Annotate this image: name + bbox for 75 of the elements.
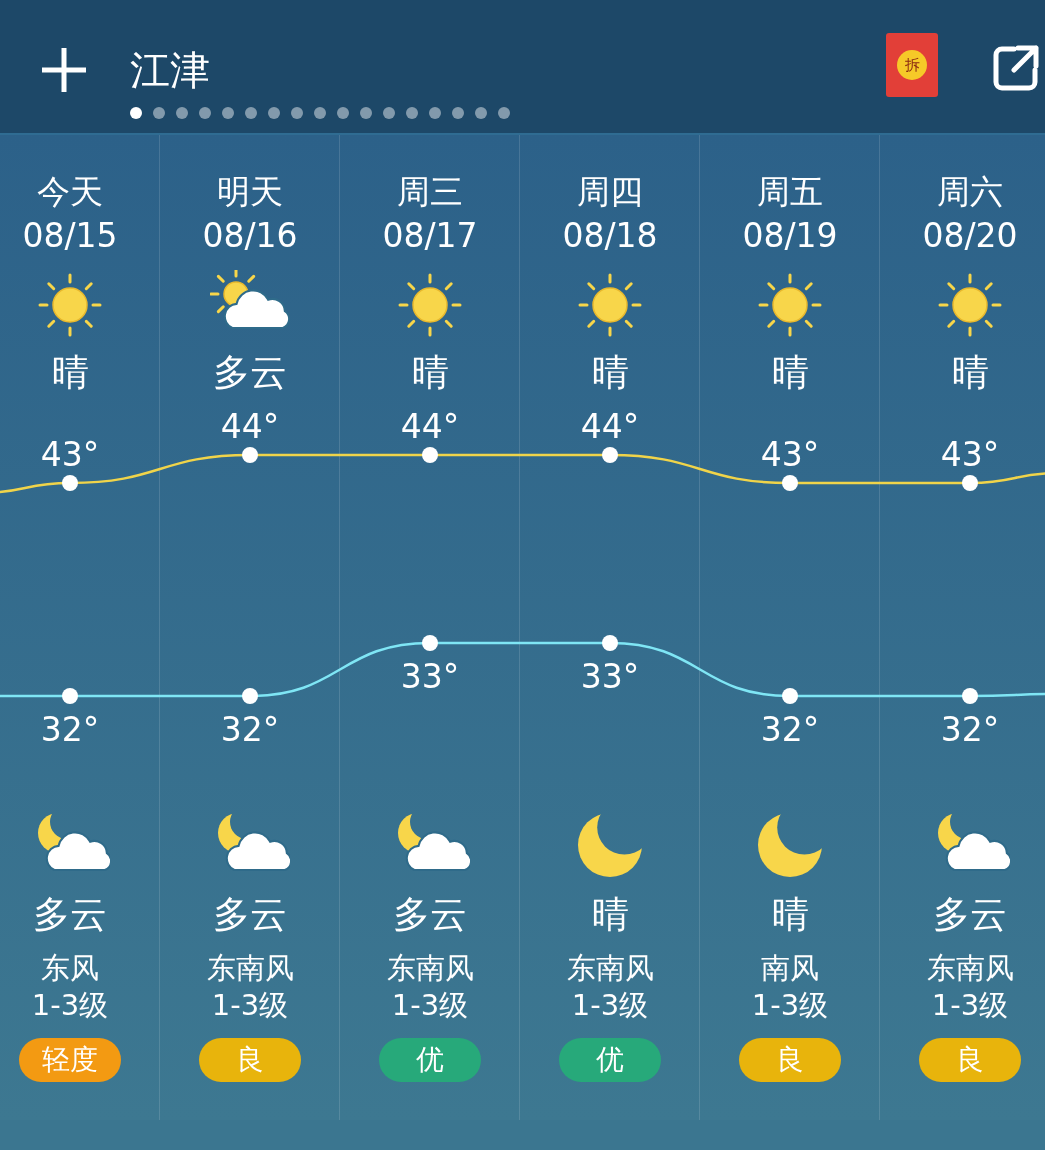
day-condition: 晴 [591, 350, 629, 396]
page-dot[interactable] [475, 107, 487, 119]
city-title: 江津 [130, 46, 210, 95]
night-condition: 晴 [591, 892, 629, 938]
wind-direction: 东南风 [386, 950, 474, 987]
page-dot[interactable] [452, 107, 464, 119]
page-dot[interactable] [268, 107, 280, 119]
day-condition: 晴 [951, 350, 989, 396]
date-label: 08/16 [202, 215, 298, 257]
night-condition: 多云 [33, 892, 107, 938]
page-dot[interactable] [383, 107, 395, 119]
high-temperature: 43° [940, 435, 1000, 474]
wind-direction: 东风 [41, 950, 99, 987]
page-dot[interactable] [291, 107, 303, 119]
date-label: 08/18 [562, 215, 658, 257]
wind-level: 1-3级 [211, 987, 289, 1024]
day-condition: 晴 [51, 350, 89, 396]
wind-level: 1-3级 [391, 987, 469, 1024]
high-temperature: 44° [400, 407, 460, 446]
page-dot[interactable] [314, 107, 326, 119]
page-dot[interactable] [337, 107, 349, 119]
air-quality-badge: 优 [379, 1038, 481, 1082]
night-condition: 多云 [933, 892, 1007, 938]
wind-direction: 南风 [761, 950, 819, 987]
low-temperature: 33° [400, 657, 460, 696]
wind-direction: 东南风 [566, 950, 654, 987]
wind-level: 1-3级 [31, 987, 109, 1024]
night-condition: 晴 [771, 892, 809, 938]
weekday-label: 周五 [757, 171, 823, 213]
date-label: 08/19 [742, 215, 838, 257]
page-dot[interactable] [199, 107, 211, 119]
low-temperature: 32° [760, 710, 820, 749]
low-temperature: 32° [40, 710, 100, 749]
high-temperature: 43° [40, 435, 100, 474]
weekday-label: 明天 [217, 171, 283, 213]
high-temperature: 44° [220, 407, 280, 446]
air-quality-badge: 轻度 [19, 1038, 121, 1082]
day-condition: 多云 [213, 350, 287, 396]
page-dot[interactable] [153, 107, 165, 119]
wind-level: 1-3级 [571, 987, 649, 1024]
share-icon[interactable] [992, 44, 1040, 92]
air-quality-badge: 优 [559, 1038, 661, 1082]
weekday-label: 周四 [577, 171, 643, 213]
page-dot[interactable] [176, 107, 188, 119]
weekday-label: 今天 [37, 171, 103, 213]
high-temperature: 44° [580, 407, 640, 446]
low-temperature: 33° [580, 657, 640, 696]
weekday-label: 周三 [397, 171, 463, 213]
air-quality-badge: 良 [739, 1038, 841, 1082]
day-condition: 晴 [771, 350, 809, 396]
page-dot[interactable] [130, 107, 142, 119]
page-dot[interactable] [498, 107, 510, 119]
date-label: 08/15 [22, 215, 118, 257]
night-condition: 多云 [393, 892, 467, 938]
day-condition: 晴 [411, 350, 449, 396]
wind-direction: 东南风 [206, 950, 294, 987]
date-label: 08/20 [922, 215, 1018, 257]
air-quality-badge: 良 [199, 1038, 301, 1082]
low-temperature: 32° [940, 710, 1000, 749]
add-icon[interactable] [40, 46, 88, 94]
page-dot[interactable] [222, 107, 234, 119]
high-temperature: 43° [760, 435, 820, 474]
envelope-button[interactable]: 拆 [886, 33, 938, 97]
wind-direction: 东南风 [926, 950, 1014, 987]
page-dot[interactable] [245, 107, 257, 119]
low-temperature: 32° [220, 710, 280, 749]
page-dot[interactable] [429, 107, 441, 119]
air-quality-badge: 良 [919, 1038, 1021, 1082]
weekday-label: 周六 [937, 171, 1003, 213]
night-condition: 多云 [213, 892, 287, 938]
wind-level: 1-3级 [751, 987, 829, 1024]
date-label: 08/17 [382, 215, 478, 257]
page-dot[interactable] [360, 107, 372, 119]
page-dot[interactable] [406, 107, 418, 119]
wind-level: 1-3级 [931, 987, 1009, 1024]
